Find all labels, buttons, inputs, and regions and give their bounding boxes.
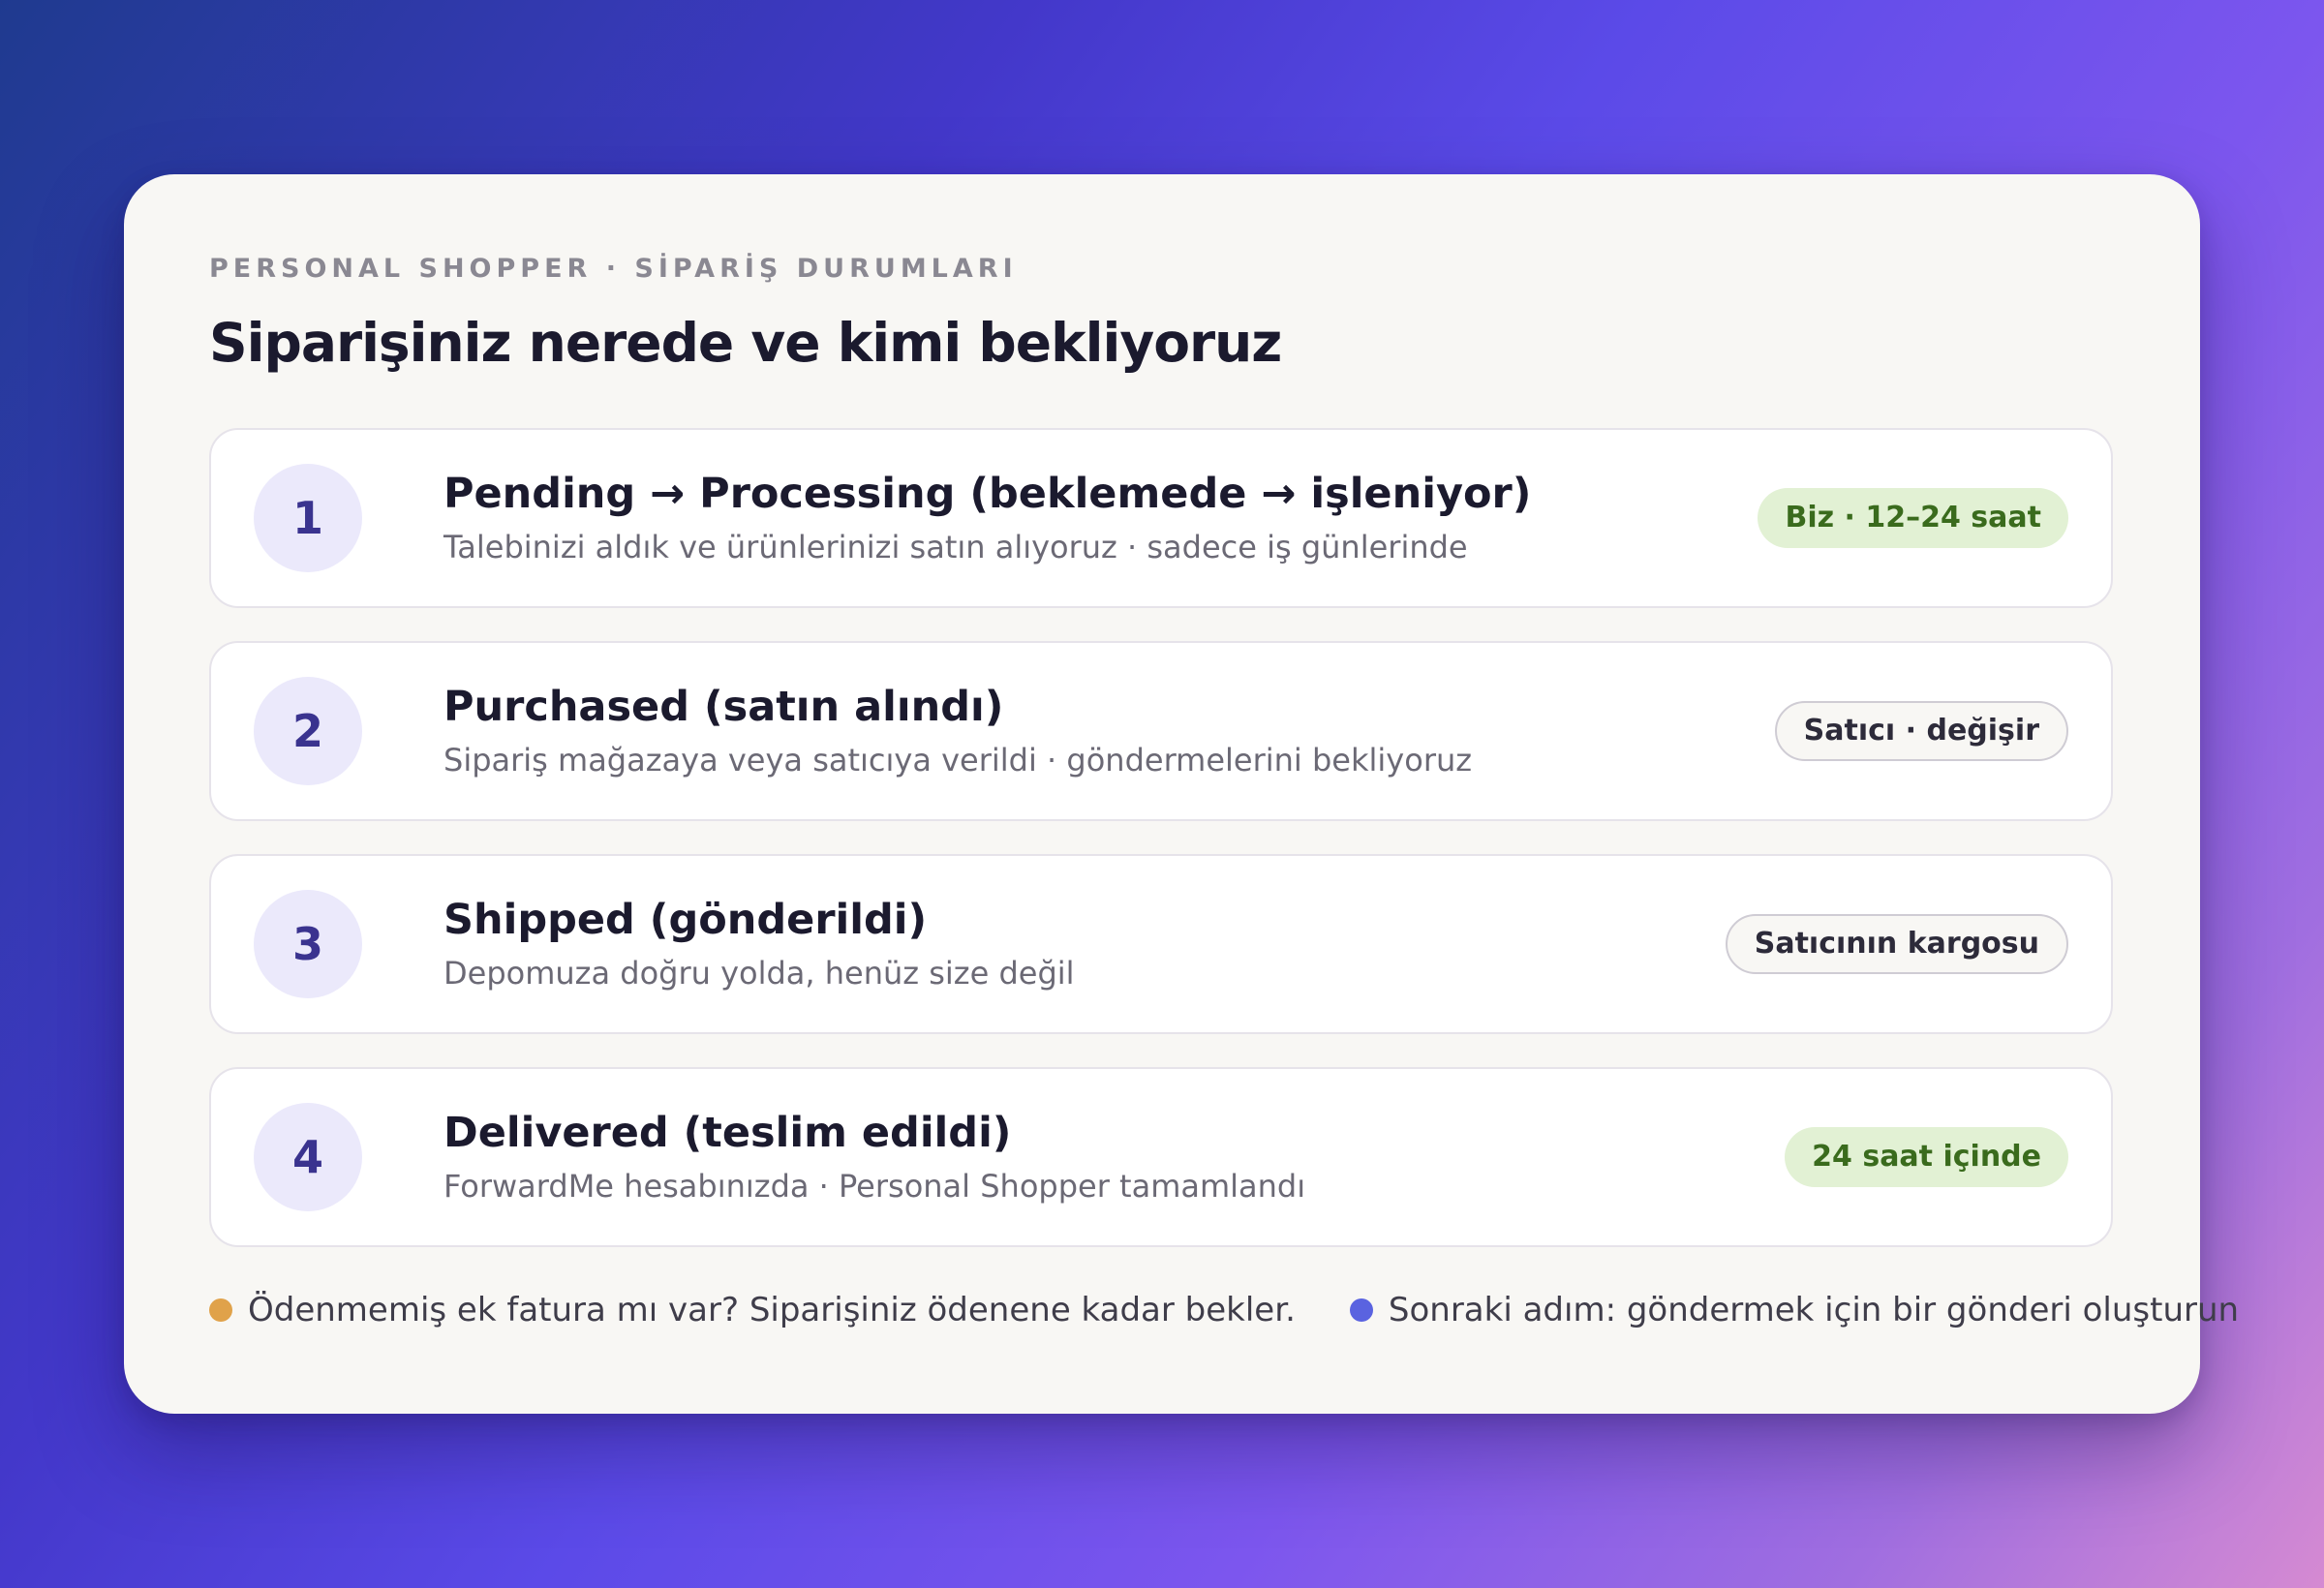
- step-description: Talebinizi aldık ve ürünlerinizi satın a…: [443, 529, 1468, 565]
- section-eyebrow: PERSONAL SHOPPER · SİPARİŞ DURUMLARI: [209, 254, 1018, 284]
- status-steps-list: 1 Pending → Processing (beklemede → işle…: [209, 428, 2115, 1247]
- step-timing-badge: Satıcı · değişir: [1774, 701, 2068, 761]
- step-text: Shipped (gönderildi) Depomuza doğru yold…: [443, 894, 1726, 994]
- status-step-shipped: 3 Shipped (gönderildi) Depomuza doğru yo…: [209, 854, 2113, 1034]
- step-timing-badge: Satıcının kargosu: [1725, 914, 2068, 974]
- unpaid-invoice-note: Ödenmemiş ek fatura mı var? Siparişiniz …: [209, 1291, 1296, 1329]
- step-text: Purchased (satın alındı) Sipariş mağazay…: [443, 681, 1775, 781]
- note-text: Sonraki adım: göndermek için bir gönderi…: [1388, 1291, 2240, 1329]
- step-title: Purchased (satın alındı): [443, 683, 1004, 731]
- step-number-badge: 1: [254, 464, 362, 572]
- step-timing-badge: Biz · 12–24 saat: [1758, 488, 2068, 548]
- step-timing-badge: 24 saat içinde: [1785, 1127, 2068, 1187]
- status-step-pending: 1 Pending → Processing (beklemede → işle…: [209, 428, 2113, 608]
- step-title: Pending → Processing (beklemede → işleni…: [443, 470, 1532, 518]
- step-description: Sipariş mağazaya veya satıcıya verildi ·…: [443, 742, 1473, 779]
- status-step-delivered: 4 Delivered (teslim edildi) ForwardMe he…: [209, 1067, 2113, 1247]
- page-title: Siparişiniz nerede ve kimi bekliyoruz: [209, 312, 1282, 374]
- step-number-badge: 4: [254, 1103, 362, 1211]
- status-step-purchased: 2 Purchased (satın alındı) Sipariş mağaz…: [209, 641, 2113, 821]
- step-number-badge: 2: [254, 677, 362, 785]
- step-title: Delivered (teslim edildi): [443, 1109, 1012, 1157]
- step-title: Shipped (gönderildi): [443, 896, 928, 944]
- footer-notes: Ödenmemiş ek fatura mı var? Siparişiniz …: [209, 1286, 2239, 1334]
- orange-dot-icon: [209, 1298, 232, 1322]
- step-text: Pending → Processing (beklemede → işleni…: [443, 468, 1758, 568]
- step-description: ForwardMe hesabınızda · Personal Shopper…: [443, 1168, 1306, 1205]
- next-step-note: Sonraki adım: göndermek için bir gönderi…: [1349, 1291, 2240, 1329]
- note-text: Ödenmemiş ek fatura mı var? Siparişiniz …: [248, 1291, 1296, 1329]
- blue-dot-icon: [1349, 1298, 1373, 1322]
- order-status-card: PERSONAL SHOPPER · SİPARİŞ DURUMLARI Sip…: [124, 174, 2239, 1414]
- step-text: Delivered (teslim edildi) ForwardMe hesa…: [443, 1107, 1785, 1207]
- step-number-badge: 3: [254, 890, 362, 998]
- step-description: Depomuza doğru yolda, henüz size değil: [443, 955, 1075, 992]
